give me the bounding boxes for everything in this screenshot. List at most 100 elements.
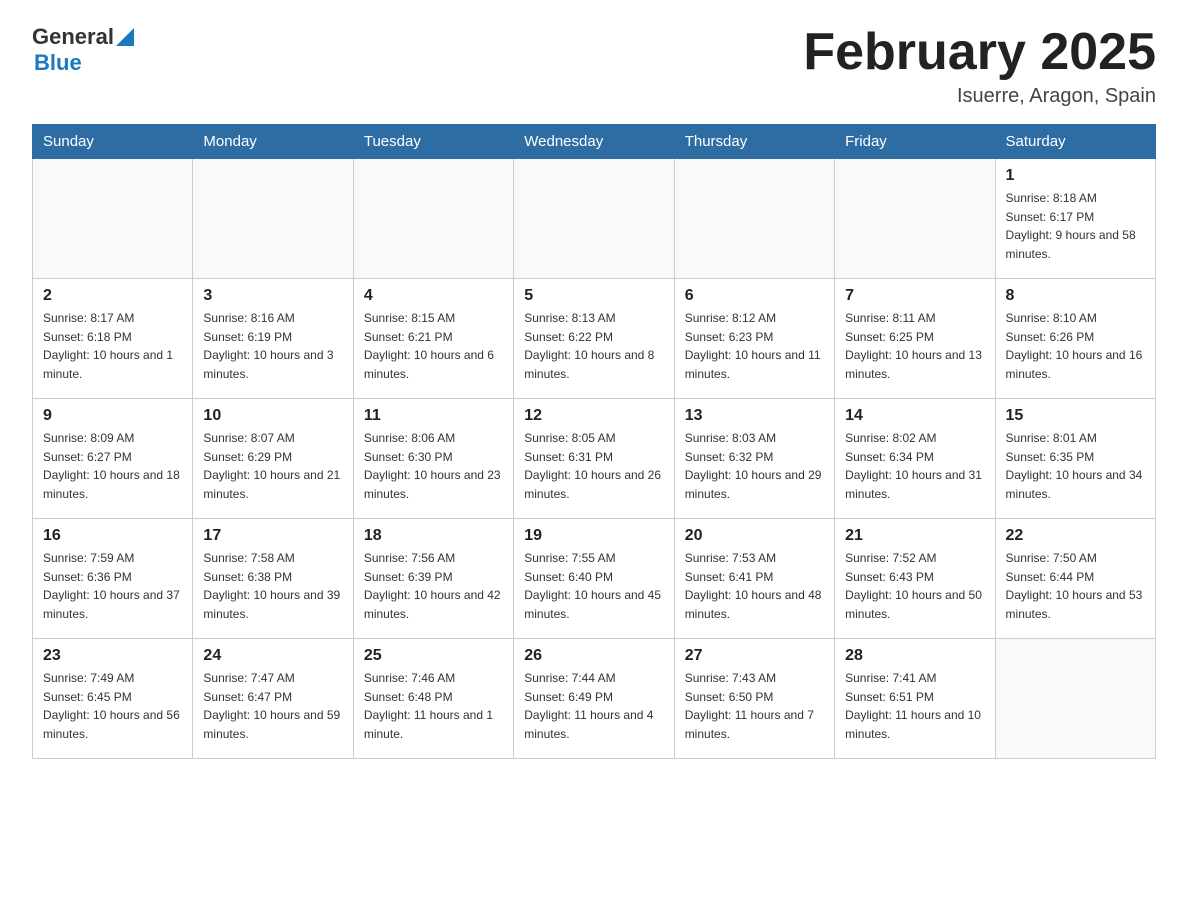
location-text: Isuerre, Aragon, Spain bbox=[803, 85, 1156, 108]
col-friday: Friday bbox=[835, 125, 995, 159]
table-row: 9 Sunrise: 8:09 AM Sunset: 6:27 PM Daylig… bbox=[33, 399, 193, 519]
table-row: 18 Sunrise: 7:56 AM Sunset: 6:39 PM Dayli… bbox=[353, 519, 513, 639]
col-monday: Monday bbox=[193, 125, 353, 159]
table-row: 20Sunrise: 7:53 AM Sunset: 6:41 PM Dayli… bbox=[674, 519, 834, 639]
table-row: 3 Sunrise: 8:16 AM Sunset: 6:19 PM Daylig… bbox=[193, 279, 353, 399]
day-info: Sunrise: 8:13 AM Sunset: 6:22 PM Dayligh… bbox=[524, 309, 663, 383]
table-row: 21 Sunrise: 7:52 AM Sunset: 6:43 PM Dayli… bbox=[835, 519, 995, 639]
table-row: 28 Sunrise: 7:41 AM Sunset: 6:51 PM Dayli… bbox=[835, 639, 995, 759]
table-row: 23 Sunrise: 7:49 AM Sunset: 6:45 PM Dayli… bbox=[33, 639, 193, 759]
day-info: Sunrise: 7:53 AM Sunset: 6:41 PM Dayligh… bbox=[685, 549, 824, 623]
calendar-header-row: Sunday Monday Tuesday Wednesday Thursday… bbox=[33, 125, 1156, 159]
day-number: 13 bbox=[685, 407, 824, 425]
day-info: Sunrise: 7:50 AM Sunset: 6:44 PM Dayligh… bbox=[1006, 549, 1145, 623]
table-row: 22 Sunrise: 7:50 AM Sunset: 6:44 PM Dayli… bbox=[995, 519, 1155, 639]
day-info: Sunrise: 7:46 AM Sunset: 6:48 PM Dayligh… bbox=[364, 669, 503, 743]
table-row bbox=[353, 159, 513, 279]
table-row: 12 Sunrise: 8:05 AM Sunset: 6:31 PM Dayli… bbox=[514, 399, 674, 519]
table-row: 19 Sunrise: 7:55 AM Sunset: 6:40 PM Dayli… bbox=[514, 519, 674, 639]
day-number: 1 bbox=[1006, 167, 1145, 185]
day-number: 4 bbox=[364, 287, 503, 305]
day-number: 15 bbox=[1006, 407, 1145, 425]
day-info: Sunrise: 7:49 AM Sunset: 6:45 PM Dayligh… bbox=[43, 669, 182, 743]
day-number: 12 bbox=[524, 407, 663, 425]
calendar-week-row: 1 Sunrise: 8:18 AM Sunset: 6:17 PM Daylig… bbox=[33, 159, 1156, 279]
day-info: Sunrise: 8:03 AM Sunset: 6:32 PM Dayligh… bbox=[685, 429, 824, 503]
table-row: 27 Sunrise: 7:43 AM Sunset: 6:50 PM Dayli… bbox=[674, 639, 834, 759]
day-number: 24 bbox=[203, 647, 342, 665]
table-row: 16 Sunrise: 7:59 AM Sunset: 6:36 PM Dayli… bbox=[33, 519, 193, 639]
table-row bbox=[193, 159, 353, 279]
day-info: Sunrise: 8:15 AM Sunset: 6:21 PM Dayligh… bbox=[364, 309, 503, 383]
day-number: 18 bbox=[364, 527, 503, 545]
logo: General Blue bbox=[32, 24, 134, 76]
day-number: 25 bbox=[364, 647, 503, 665]
table-row bbox=[995, 639, 1155, 759]
day-number: 11 bbox=[364, 407, 503, 425]
day-info: Sunrise: 7:41 AM Sunset: 6:51 PM Dayligh… bbox=[845, 669, 984, 743]
calendar-week-row: 23 Sunrise: 7:49 AM Sunset: 6:45 PM Dayli… bbox=[33, 639, 1156, 759]
day-info: Sunrise: 8:07 AM Sunset: 6:29 PM Dayligh… bbox=[203, 429, 342, 503]
table-row: 24 Sunrise: 7:47 AM Sunset: 6:47 PM Dayli… bbox=[193, 639, 353, 759]
table-row bbox=[33, 159, 193, 279]
table-row: 1 Sunrise: 8:18 AM Sunset: 6:17 PM Daylig… bbox=[995, 159, 1155, 279]
logo-general-text: General bbox=[32, 24, 114, 50]
table-row bbox=[514, 159, 674, 279]
day-number: 27 bbox=[685, 647, 824, 665]
day-info: Sunrise: 8:16 AM Sunset: 6:19 PM Dayligh… bbox=[203, 309, 342, 383]
day-number: 7 bbox=[845, 287, 984, 305]
table-row: 13 Sunrise: 8:03 AM Sunset: 6:32 PM Dayli… bbox=[674, 399, 834, 519]
day-number: 23 bbox=[43, 647, 182, 665]
day-number: 3 bbox=[203, 287, 342, 305]
day-number: 19 bbox=[524, 527, 663, 545]
calendar-week-row: 9 Sunrise: 8:09 AM Sunset: 6:27 PM Daylig… bbox=[33, 399, 1156, 519]
table-row: 6 Sunrise: 8:12 AM Sunset: 6:23 PM Daylig… bbox=[674, 279, 834, 399]
day-info: Sunrise: 8:05 AM Sunset: 6:31 PM Dayligh… bbox=[524, 429, 663, 503]
day-number: 26 bbox=[524, 647, 663, 665]
day-info: Sunrise: 8:01 AM Sunset: 6:35 PM Dayligh… bbox=[1006, 429, 1145, 503]
col-thursday: Thursday bbox=[674, 125, 834, 159]
table-row: 5 Sunrise: 8:13 AM Sunset: 6:22 PM Daylig… bbox=[514, 279, 674, 399]
table-row: 26 Sunrise: 7:44 AM Sunset: 6:49 PM Dayli… bbox=[514, 639, 674, 759]
table-row: 15 Sunrise: 8:01 AM Sunset: 6:35 PM Dayli… bbox=[995, 399, 1155, 519]
table-row bbox=[835, 159, 995, 279]
header-title-block: February 2025 Isuerre, Aragon, Spain bbox=[803, 24, 1156, 108]
day-info: Sunrise: 7:56 AM Sunset: 6:39 PM Dayligh… bbox=[364, 549, 503, 623]
month-title: February 2025 bbox=[803, 24, 1156, 81]
day-number: 14 bbox=[845, 407, 984, 425]
day-info: Sunrise: 8:06 AM Sunset: 6:30 PM Dayligh… bbox=[364, 429, 503, 503]
day-info: Sunrise: 7:52 AM Sunset: 6:43 PM Dayligh… bbox=[845, 549, 984, 623]
day-number: 9 bbox=[43, 407, 182, 425]
calendar-week-row: 2 Sunrise: 8:17 AM Sunset: 6:18 PM Daylig… bbox=[33, 279, 1156, 399]
table-row: 25 Sunrise: 7:46 AM Sunset: 6:48 PM Dayli… bbox=[353, 639, 513, 759]
day-info: Sunrise: 8:09 AM Sunset: 6:27 PM Dayligh… bbox=[43, 429, 182, 503]
table-row: 4 Sunrise: 8:15 AM Sunset: 6:21 PM Daylig… bbox=[353, 279, 513, 399]
day-number: 28 bbox=[845, 647, 984, 665]
day-info: Sunrise: 7:43 AM Sunset: 6:50 PM Dayligh… bbox=[685, 669, 824, 743]
page-header: General Blue February 2025 Isuerre, Arag… bbox=[32, 24, 1156, 108]
day-number: 22 bbox=[1006, 527, 1145, 545]
day-number: 17 bbox=[203, 527, 342, 545]
table-row: 8Sunrise: 8:10 AM Sunset: 6:26 PM Daylig… bbox=[995, 279, 1155, 399]
day-number: 21 bbox=[845, 527, 984, 545]
day-info: Sunrise: 8:17 AM Sunset: 6:18 PM Dayligh… bbox=[43, 309, 182, 383]
calendar-week-row: 16 Sunrise: 7:59 AM Sunset: 6:36 PM Dayli… bbox=[33, 519, 1156, 639]
day-number: 5 bbox=[524, 287, 663, 305]
day-number: 8 bbox=[1006, 287, 1145, 305]
day-number: 6 bbox=[685, 287, 824, 305]
table-row: 11 Sunrise: 8:06 AM Sunset: 6:30 PM Dayli… bbox=[353, 399, 513, 519]
day-number: 2 bbox=[43, 287, 182, 305]
table-row: 2 Sunrise: 8:17 AM Sunset: 6:18 PM Daylig… bbox=[33, 279, 193, 399]
table-row: 10Sunrise: 8:07 AM Sunset: 6:29 PM Dayli… bbox=[193, 399, 353, 519]
day-info: Sunrise: 7:59 AM Sunset: 6:36 PM Dayligh… bbox=[43, 549, 182, 623]
col-saturday: Saturday bbox=[995, 125, 1155, 159]
day-number: 16 bbox=[43, 527, 182, 545]
table-row: 7Sunrise: 8:11 AM Sunset: 6:25 PM Daylig… bbox=[835, 279, 995, 399]
day-info: Sunrise: 7:47 AM Sunset: 6:47 PM Dayligh… bbox=[203, 669, 342, 743]
table-row: 14Sunrise: 8:02 AM Sunset: 6:34 PM Dayli… bbox=[835, 399, 995, 519]
day-info: Sunrise: 8:12 AM Sunset: 6:23 PM Dayligh… bbox=[685, 309, 824, 383]
day-info: Sunrise: 8:18 AM Sunset: 6:17 PM Dayligh… bbox=[1006, 189, 1145, 263]
day-info: Sunrise: 7:44 AM Sunset: 6:49 PM Dayligh… bbox=[524, 669, 663, 743]
day-info: Sunrise: 7:58 AM Sunset: 6:38 PM Dayligh… bbox=[203, 549, 342, 623]
day-info: Sunrise: 7:55 AM Sunset: 6:40 PM Dayligh… bbox=[524, 549, 663, 623]
